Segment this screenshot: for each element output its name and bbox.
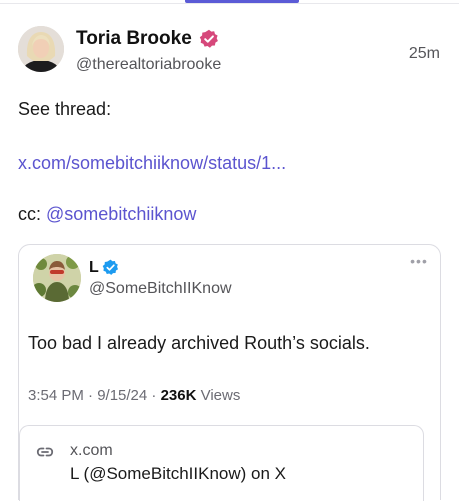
- embed-author-name[interactable]: L: [89, 258, 99, 278]
- link-preview-card[interactable]: x.com L (@SomeBitchIIKnow) on X: [19, 425, 424, 501]
- author-name[interactable]: Toria Brooke: [76, 27, 192, 51]
- link-preview-title: L (@SomeBitchIIKnow) on X: [70, 464, 286, 483]
- author-handle[interactable]: @therealtoriabrooke: [76, 55, 221, 75]
- active-tab-indicator: [185, 0, 299, 3]
- embed-post-meta: 3:54 PM · 9/15/24 · 236K Views: [28, 386, 240, 406]
- link-preview-domain: x.com: [70, 442, 113, 459]
- thread-link[interactable]: x.com/somebitchiiknow/status/1...: [18, 152, 286, 174]
- embed-views-label: Views: [196, 387, 241, 404]
- cc-line: cc: @somebitchiiknow: [18, 203, 196, 225]
- post-timestamp: 25m: [408, 45, 440, 62]
- embed-views-count: 236K: [160, 387, 197, 404]
- embed-post-time: 3:54 PM · 9/15/24 ·: [28, 387, 161, 404]
- top-tab-indicator-bar: [0, 0, 459, 4]
- embed-author-handle[interactable]: @SomeBitchIIKnow: [89, 279, 232, 299]
- embed-post-text: Too bad I already archived Routh’s socia…: [28, 333, 370, 353]
- cc-prefix: cc:: [18, 204, 47, 224]
- cc-mention-link[interactable]: @somebitchiiknow: [46, 204, 196, 224]
- post-header: Toria Brooke @therealtoriabrooke 25m: [0, 24, 459, 78]
- verified-badge-icon: [199, 29, 218, 48]
- post-text-line: See thread:: [18, 99, 112, 119]
- author-avatar[interactable]: [18, 26, 64, 72]
- embed-author-avatar[interactable]: [33, 254, 81, 302]
- more-horizontal-icon[interactable]: •••: [410, 254, 428, 268]
- verified-check-icon: [102, 259, 119, 275]
- embedded-post-card[interactable]: L @SomeBitchIIKnow ••• Too bad I already…: [18, 244, 441, 501]
- link-icon: [36, 447, 54, 457]
